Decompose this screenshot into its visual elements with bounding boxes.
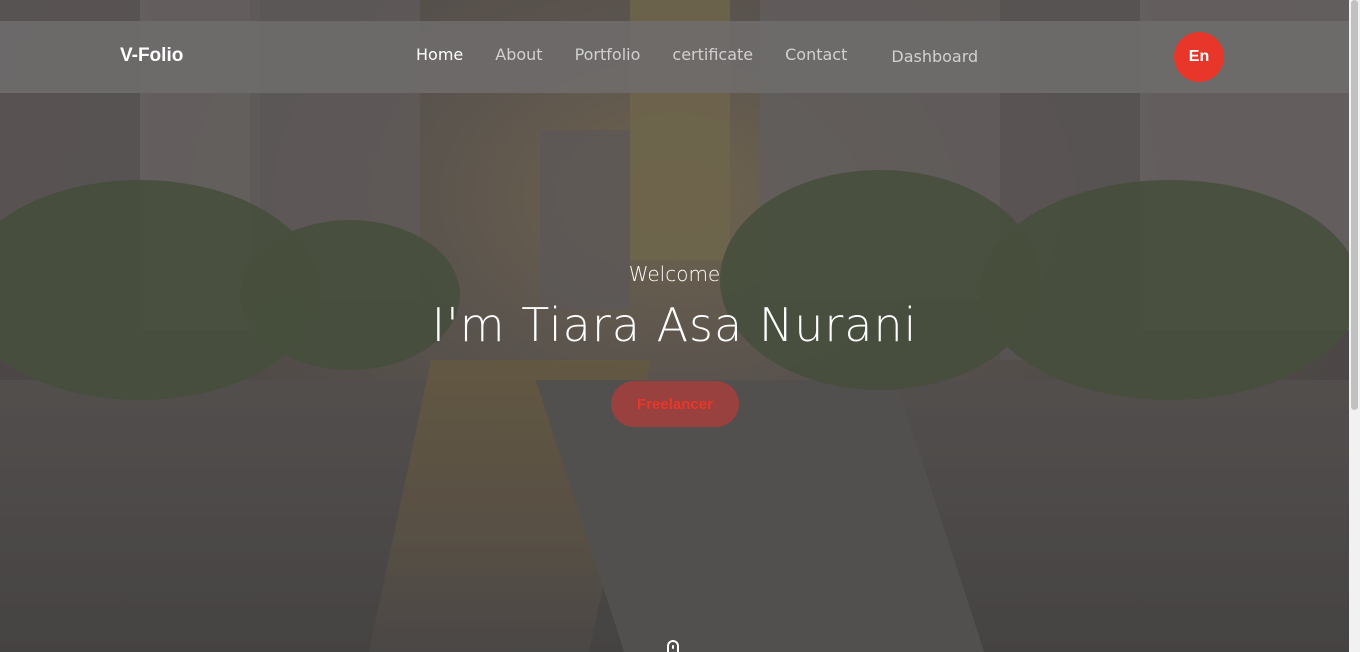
hero-badge: Freelancer (611, 381, 739, 427)
nav-link-certificate[interactable]: certificate (672, 45, 753, 64)
nav-link-contact[interactable]: Contact (785, 45, 847, 64)
nav-link-dashboard[interactable]: Dashboard (891, 47, 978, 66)
nav-links: Home About Portfolio certificate Contact… (416, 45, 1010, 66)
nav-link-about[interactable]: About (495, 45, 542, 64)
navbar: V-Folio Home About Portfolio certificate… (0, 21, 1349, 93)
page: V-Folio Home About Portfolio certificate… (0, 0, 1360, 652)
nav-link-portfolio[interactable]: Portfolio (575, 45, 641, 64)
language-button[interactable]: En (1174, 32, 1224, 82)
nav-link-home[interactable]: Home (416, 45, 463, 64)
hero-welcome: Welcome (628, 262, 721, 286)
brand-logo[interactable]: V-Folio (120, 45, 183, 67)
scrollbar[interactable] (1349, 0, 1360, 652)
mouse-icon[interactable] (667, 640, 679, 652)
hero-name: I'm Tiara Asa Nurani (431, 298, 918, 352)
scrollbar-thumb[interactable] (1351, 0, 1358, 410)
